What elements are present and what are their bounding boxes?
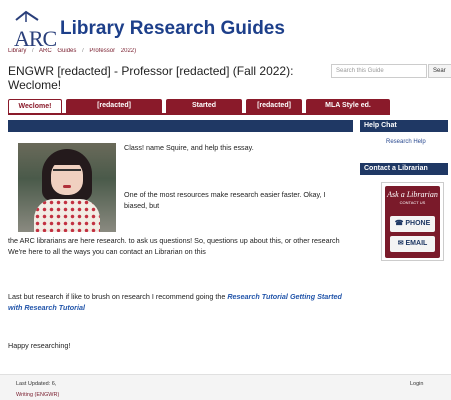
email-label: EMAIL: [405, 240, 428, 247]
intro-paragraph: Class! name Squire, and help this essay.: [124, 143, 254, 152]
arc-logo[interactable]: ARC: [8, 8, 57, 51]
search-input[interactable]: Search this Guide: [331, 64, 427, 78]
tutorial-paragraph: Last but research if like to brush on re…: [8, 292, 353, 313]
tutorial-text: Last but research if like to brush on re…: [8, 292, 226, 301]
research-tutorial-link[interactable]: Research Tutorial: [227, 292, 288, 301]
subjects-link[interactable]: Writing (ENGWR): [16, 392, 59, 398]
tab-started[interactable]: Started: [166, 99, 242, 113]
page-footer: Last Updated: 6, Login Writing (ENGWR): [0, 374, 451, 400]
librarian-photo: [18, 143, 116, 232]
ask-a-librarian-card[interactable]: Ask a Librarian CONTACT US ☎ PHONE ✉ EMA…: [381, 182, 444, 261]
tab-2[interactable]: [redacted]: [66, 99, 162, 113]
breadcrumb: Library / ARC Guides / Professor 2022): [8, 48, 448, 60]
tab-4[interactable]: [redacted]: [246, 99, 302, 113]
search-button[interactable]: Sear: [428, 64, 451, 78]
ask-inner: Ask a Librarian CONTACT US ☎ PHONE ✉ EMA…: [385, 186, 440, 258]
ask-title: Ask a Librarian: [387, 190, 438, 199]
closing-paragraph: Happy researching!: [8, 341, 71, 350]
email-icon: ✉: [397, 240, 404, 247]
help-chat-header: Help Chat: [360, 120, 448, 132]
tab-mla-style[interactable]: MLA Style ed.: [306, 99, 390, 113]
breadcrumb-separator: /: [32, 48, 34, 54]
site-header: ARC Library Research Guides: [0, 0, 451, 51]
ask-sub: CONTACT US: [399, 200, 426, 205]
main-box-header: [8, 120, 353, 132]
phone-button[interactable]: ☎ PHONE: [390, 216, 435, 232]
page-title: ENGWR [redacted] - Professor [redacted] …: [8, 64, 294, 92]
breadcrumb-separator: /: [82, 48, 84, 54]
tab-rule: [8, 113, 390, 115]
breadcrumb-item[interactable]: Guides: [57, 48, 76, 54]
help-paragraph: the ARC librarians are here research. to…: [8, 236, 340, 256]
research-help-link[interactable]: Research Help: [386, 139, 426, 145]
guide-tabs: Weclome! [redacted] Started [redacted] M…: [8, 99, 390, 113]
tab-welcome[interactable]: Weclome!: [8, 99, 62, 113]
site-title[interactable]: Library Research Guides: [60, 18, 285, 40]
breadcrumb-item[interactable]: Professor: [89, 48, 115, 54]
phone-label: PHONE: [405, 220, 431, 227]
breadcrumb-item[interactable]: Library: [8, 48, 26, 54]
phone-icon: ☎: [394, 220, 404, 227]
breadcrumb-item[interactable]: ARC: [39, 48, 52, 54]
email-button[interactable]: ✉ EMAIL: [390, 236, 435, 252]
login-link[interactable]: Login: [410, 381, 423, 387]
breadcrumb-item[interactable]: 2022): [121, 48, 136, 54]
contact-librarian-header: Contact a Librarian: [360, 163, 448, 175]
last-updated: Last Updated: 6,: [16, 381, 57, 387]
resources-paragraph: One of the most resources make research …: [124, 190, 326, 210]
